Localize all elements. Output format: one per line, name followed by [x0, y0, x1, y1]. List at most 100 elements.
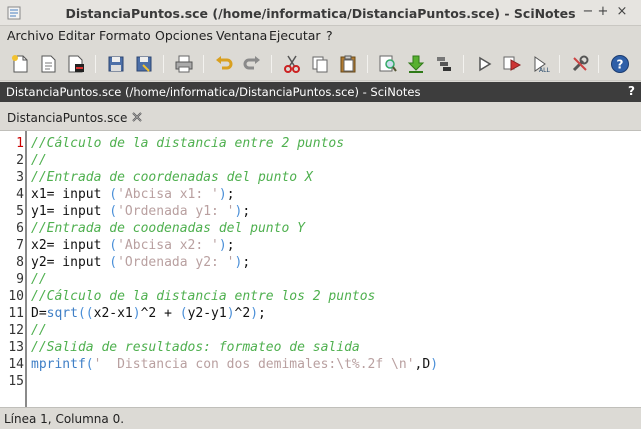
execute-file-icon[interactable]: [434, 54, 454, 74]
code-token: y2= input: [31, 255, 110, 270]
code-token: ^2 +: [140, 306, 180, 321]
open-file-icon[interactable]: [38, 54, 58, 74]
code-token: (: [109, 187, 118, 202]
code-token: D=: [31, 306, 47, 321]
menu-formato[interactable]: Formato: [99, 28, 151, 43]
code-line[interactable]: //: [31, 153, 47, 168]
line-number: 3: [16, 170, 24, 185]
help-icon[interactable]: ?: [610, 54, 630, 74]
menu-ventana[interactable]: Ventana: [216, 28, 267, 43]
code-line[interactable]: //: [31, 323, 47, 338]
window-title: DistanciaPuntos.sce (/home/informatica/D…: [65, 6, 576, 21]
line-number: 8: [16, 255, 24, 270]
menu-archivo[interactable]: Archivo: [7, 28, 54, 43]
menu-bar: Archivo Editar Formato Opciones Ventana …: [0, 26, 641, 46]
code-token: //: [31, 153, 47, 168]
copy-icon[interactable]: [310, 54, 330, 74]
title-bar: DistanciaPuntos.sce (/home/informatica/D…: [0, 0, 641, 26]
redo-icon[interactable]: [242, 54, 262, 74]
line-number: 13: [8, 340, 24, 355]
line-number: 11: [8, 306, 24, 321]
menu-ejecutar[interactable]: Ejecutar: [269, 28, 321, 43]
line-number: 4: [16, 187, 24, 202]
code-token: //Entrada de coordenadas del punto X: [31, 170, 313, 185]
svg-text:ALL: ALL: [539, 67, 550, 74]
code-line[interactable]: y2= input ('Ordenada y2: ');: [31, 255, 250, 270]
undo-icon[interactable]: [214, 54, 234, 74]
load-into-scilab-icon[interactable]: [406, 54, 426, 74]
cut-icon[interactable]: [282, 54, 302, 74]
code-token: ;: [242, 204, 251, 219]
document-help-button[interactable]: ?: [628, 84, 635, 98]
code-token: x2= input: [31, 238, 110, 253]
code-token: //: [31, 272, 47, 287]
code-line[interactable]: D=sqrt((x2-x1)^2 + (y2-y1)^2);: [31, 306, 266, 321]
new-file-icon[interactable]: [10, 54, 30, 74]
menu-help[interactable]: ?: [326, 28, 333, 43]
code-line[interactable]: x2= input ('Abcisa x2: ');: [31, 238, 235, 253]
code-token: //Cálculo de la distancia entre 2 puntos: [31, 136, 345, 151]
code-token: ): [218, 238, 227, 253]
code-token: (: [109, 255, 118, 270]
code-token: mprintf: [31, 357, 86, 372]
code-line[interactable]: //Cálculo de la distancia entre los 2 pu…: [31, 289, 375, 304]
minimize-button[interactable]: −: [580, 4, 596, 20]
code-token: y2-y1: [187, 306, 227, 321]
code-line[interactable]: y1= input ('Ordenada y1: ');: [31, 204, 250, 219]
code-token: ;: [258, 306, 266, 321]
code-line[interactable]: mprintf(' Distancia con dos demimales:\t…: [31, 357, 438, 372]
close-window-button[interactable]: ×: [614, 4, 630, 20]
save-icon[interactable]: [106, 54, 126, 74]
code-token: //: [31, 323, 47, 338]
run-icon[interactable]: [474, 54, 494, 74]
status-bar: Línea 1, Columna 0.: [0, 407, 641, 429]
menu-editar[interactable]: Editar: [58, 28, 95, 43]
print-icon[interactable]: [174, 54, 194, 74]
run-with-echo-icon[interactable]: [502, 54, 522, 74]
code-token: ): [250, 306, 259, 321]
code-token: 'Abcisa x2: ': [117, 238, 219, 253]
code-line[interactable]: //Salida de resultados: formateo de sali…: [31, 340, 360, 355]
line-number-gutter: 1 2 3 4 5 6 7 8 9 10 11 12 13 14 15: [0, 131, 27, 408]
cursor-position: Línea 1, Columna 0.: [4, 412, 125, 426]
code-token: ^2: [234, 306, 251, 321]
line-number: 1: [16, 136, 24, 151]
menu-opciones[interactable]: Opciones: [155, 28, 213, 43]
find-replace-icon[interactable]: [378, 54, 398, 74]
line-number: 5: [16, 204, 24, 219]
line-number: 15: [8, 374, 24, 389]
paste-icon[interactable]: [338, 54, 358, 74]
maximize-button[interactable]: +: [595, 4, 611, 20]
document-bar: DistanciaPuntos.sce (/home/informatica/D…: [0, 82, 641, 102]
open-recent-icon[interactable]: [66, 54, 86, 74]
code-token: sqrt: [46, 306, 78, 321]
preferences-icon[interactable]: [570, 54, 590, 74]
line-number: 7: [16, 238, 24, 253]
code-line[interactable]: //Cálculo de la distancia entre 2 puntos: [31, 136, 344, 151]
code-token: //Cálculo de la distancia entre los 2 pu…: [31, 289, 376, 304]
code-token: x2-x1: [93, 306, 133, 321]
close-tab-icon[interactable]: [131, 111, 143, 123]
document-title: DistanciaPuntos.sce (/home/informatica/D…: [6, 85, 421, 99]
code-token: (: [109, 204, 118, 219]
code-token: //Salida de resultados: formateo de sali…: [31, 340, 360, 355]
code-token: (: [85, 357, 94, 372]
code-token: ): [226, 306, 235, 321]
code-line[interactable]: //: [31, 272, 47, 287]
code-token: //Entrada de coodenadas del punto Y: [31, 221, 305, 236]
code-token: ): [132, 306, 141, 321]
tab-distanciapuntos[interactable]: DistanciaPuntos.sce: [0, 103, 152, 130]
line-number: 12: [8, 323, 24, 338]
code-token: ((: [77, 306, 94, 321]
code-editor[interactable]: 1 2 3 4 5 6 7 8 9 10 11 12 13 14 15 //Cálculo de la di…: [0, 130, 641, 408]
code-line[interactable]: x1= input ('Abcisa x1: ');: [31, 187, 235, 202]
code-token: 'Abcisa x1: ': [117, 187, 219, 202]
run-step-icon[interactable]: ALL: [530, 54, 550, 74]
save-as-icon[interactable]: [134, 54, 154, 74]
code-line[interactable]: //Entrada de coodenadas del punto Y: [31, 221, 305, 236]
code-token: ;: [242, 255, 251, 270]
code-token: ;: [226, 238, 235, 253]
code-token: ;: [226, 187, 235, 202]
code-line[interactable]: //Entrada de coordenadas del punto X: [31, 170, 313, 185]
code-token: ' Distancia con dos demimales:\t%.2f \n': [93, 357, 415, 372]
